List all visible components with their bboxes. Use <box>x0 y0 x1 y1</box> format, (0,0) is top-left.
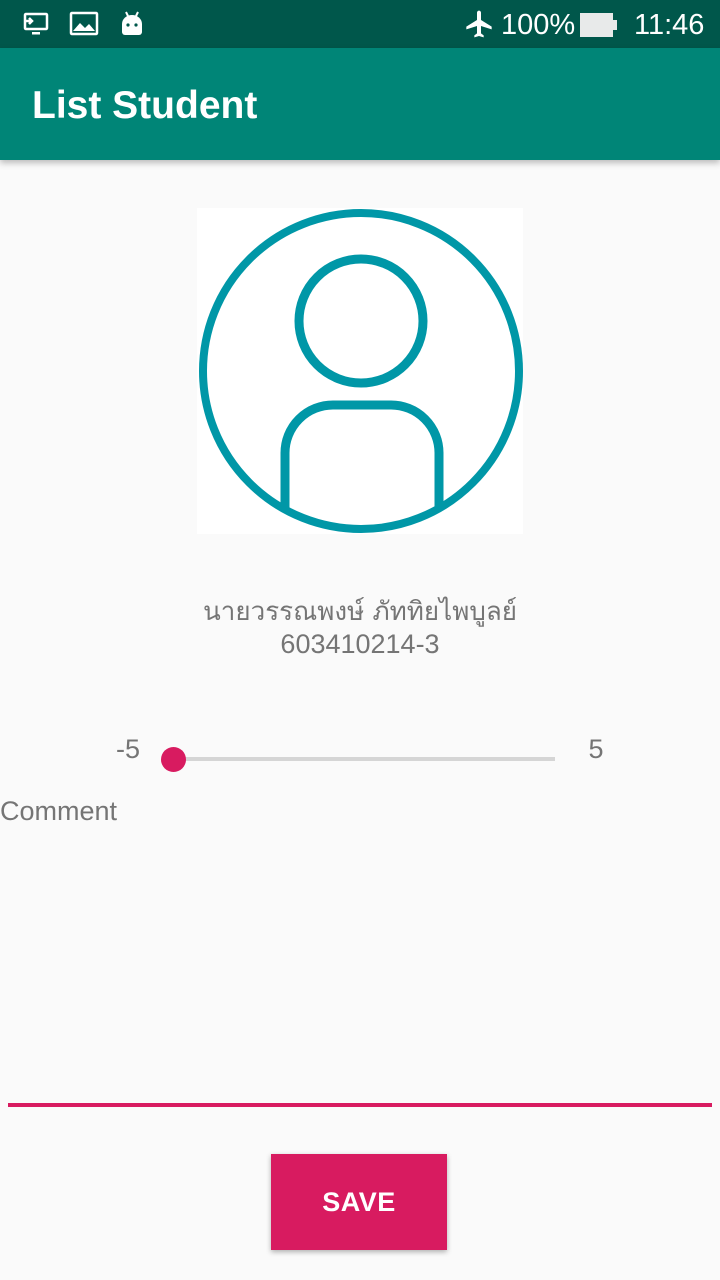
slider-max-label: 5 <box>588 734 604 764</box>
save-button[interactable]: SAVE <box>271 1154 447 1250</box>
student-name: นายวรรณพงษ์ ภัททิยไพบูลย์ <box>202 597 518 627</box>
page-title: List Student <box>32 84 258 127</box>
student-id: 603410214-3 <box>280 629 440 659</box>
android-icon <box>119 10 145 42</box>
slider-min-label: -5 <box>115 734 140 764</box>
person-avatar-icon <box>199 209 523 533</box>
comment-label: Comment <box>0 796 118 826</box>
image-icon <box>69 10 99 42</box>
battery-icon <box>580 12 618 42</box>
clock: 11:46 <box>634 9 705 41</box>
rating-slider-thumb[interactable] <box>160 747 186 772</box>
student-avatar <box>197 208 523 534</box>
status-bar: 100% 11:46 <box>0 0 720 48</box>
rating-slider-track[interactable] <box>173 757 555 761</box>
screen-cast-icon <box>22 10 50 42</box>
airplane-mode-icon <box>463 8 495 44</box>
battery-percentage: 100% <box>501 9 576 41</box>
comment-input-underline <box>8 1103 712 1107</box>
comment-input[interactable] <box>8 830 712 1102</box>
